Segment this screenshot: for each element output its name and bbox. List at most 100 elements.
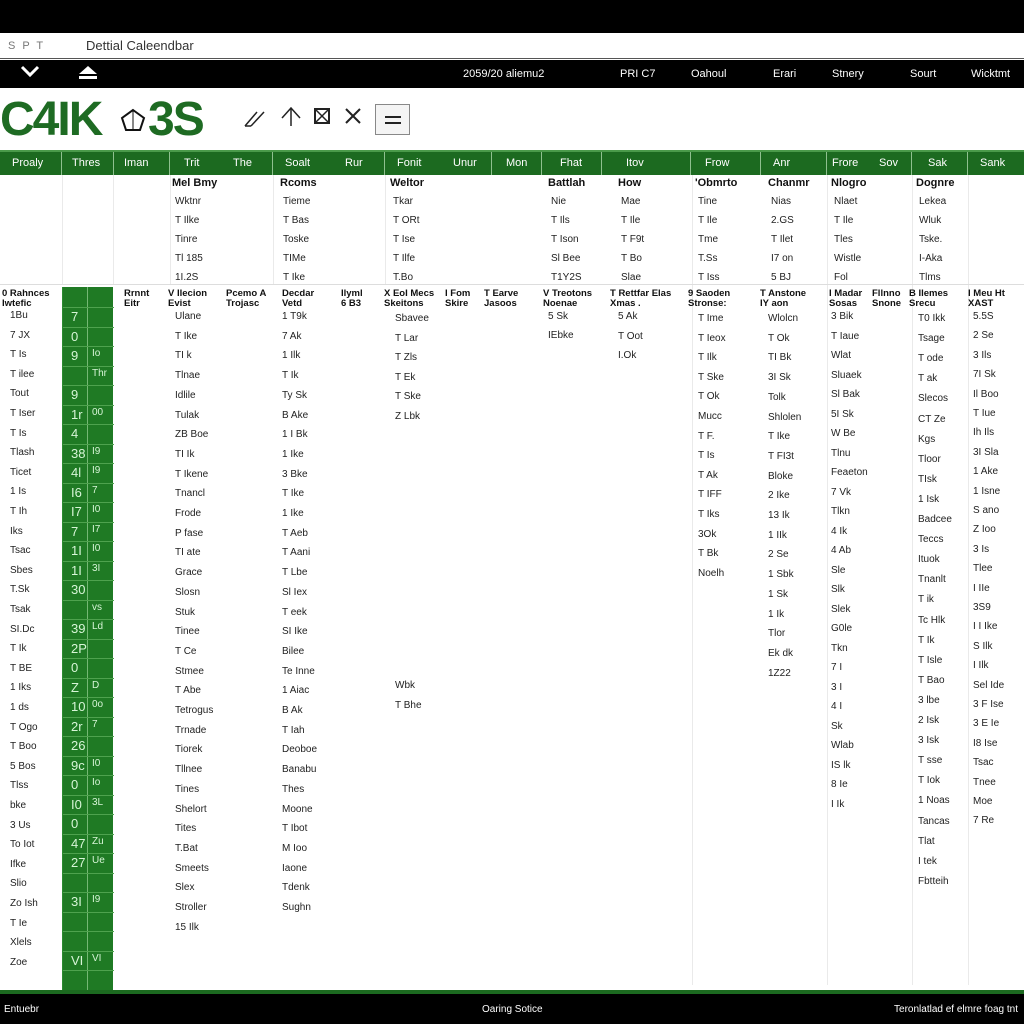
table-cell[interactable]: Tlkn bbox=[831, 506, 850, 517]
table-cell[interactable]: Sughn bbox=[282, 902, 311, 913]
table-cell[interactable]: T.Sk bbox=[10, 584, 29, 595]
group-cell[interactable]: Fol bbox=[834, 272, 848, 283]
table-cell[interactable]: Ifke bbox=[10, 859, 26, 870]
group-cell[interactable]: Tl 185 bbox=[175, 253, 203, 264]
table-cell[interactable]: 1 Sbk bbox=[768, 569, 794, 580]
table-cell[interactable]: T Ske bbox=[395, 391, 421, 402]
table-cell[interactable]: IEbke bbox=[548, 330, 574, 341]
table-cell[interactable]: 13 Ik bbox=[768, 510, 790, 521]
col-header[interactable]: Itov bbox=[602, 152, 691, 175]
table-cell[interactable]: Sbavee bbox=[395, 313, 429, 324]
table-cell[interactable]: P fase bbox=[175, 528, 203, 539]
table-cell[interactable]: Tsac bbox=[973, 757, 994, 768]
table-cell[interactable]: TI Ik bbox=[175, 449, 194, 460]
group-cell[interactable]: Tles bbox=[834, 234, 853, 245]
table-cell[interactable]: Tnanlt bbox=[918, 574, 946, 585]
table-cell[interactable]: Tlor bbox=[768, 628, 785, 639]
table-cell[interactable]: T Ikene bbox=[175, 469, 208, 480]
table-cell[interactable]: Xlels bbox=[10, 937, 32, 948]
table-cell[interactable]: T.Bat bbox=[175, 843, 198, 854]
table-cell[interactable]: 7 Ak bbox=[282, 331, 301, 342]
green-cell[interactable]: 9 bbox=[71, 348, 78, 363]
sub-header[interactable]: Noenae bbox=[543, 298, 577, 309]
green-cell[interactable]: 4 bbox=[71, 426, 78, 441]
table-cell[interactable]: Fbtteih bbox=[918, 876, 949, 887]
group-cell[interactable]: I7 on bbox=[771, 253, 793, 264]
table-cell[interactable]: T Is bbox=[10, 349, 26, 360]
green-cell[interactable]: 7 bbox=[71, 524, 78, 539]
green-cell[interactable]: 10 bbox=[71, 699, 85, 714]
table-cell[interactable]: Il Boo bbox=[973, 389, 999, 400]
table-cell[interactable]: T0 Ikk bbox=[918, 313, 945, 324]
table-cell[interactable]: T Iok bbox=[918, 775, 940, 786]
table-cell[interactable]: T Ie bbox=[10, 918, 27, 929]
table-cell[interactable]: 7 Re bbox=[973, 815, 994, 826]
col-header[interactable]: Frow bbox=[691, 152, 761, 175]
table-cell[interactable]: T Aani bbox=[282, 547, 310, 558]
table-cell[interactable]: 1 I Bk bbox=[282, 429, 308, 440]
group-cell[interactable]: Tme bbox=[698, 234, 718, 245]
green-cell[interactable]: 0 bbox=[71, 816, 78, 831]
col-header[interactable]: Sank bbox=[968, 152, 1024, 175]
table-cell[interactable]: 3 I bbox=[831, 682, 842, 693]
table-cell[interactable]: 1Z22 bbox=[768, 668, 791, 679]
table-cell[interactable]: T sse bbox=[918, 755, 942, 766]
table-cell[interactable]: Tdenk bbox=[282, 882, 310, 893]
table-cell[interactable]: 8 Ie bbox=[831, 779, 848, 790]
table-cell[interactable]: G0le bbox=[831, 623, 852, 634]
table-cell[interactable]: T Bao bbox=[918, 675, 945, 686]
table-cell[interactable]: TI k bbox=[175, 350, 192, 361]
green-cell[interactable]: I9 bbox=[92, 465, 100, 476]
table-cell[interactable]: Thes bbox=[282, 784, 304, 795]
table-cell[interactable]: T eek bbox=[282, 607, 307, 618]
menu-date[interactable]: 2059/20 aliemu2 bbox=[463, 68, 544, 80]
green-cell[interactable]: I0 bbox=[71, 797, 82, 812]
table-cell[interactable]: T Ilk bbox=[698, 352, 717, 363]
table-cell[interactable]: Slio bbox=[10, 878, 27, 889]
group-cell[interactable]: T F9t bbox=[621, 234, 644, 245]
col-header[interactable]: Mon bbox=[492, 152, 542, 175]
table-cell[interactable]: T Ik bbox=[282, 370, 298, 381]
green-cell[interactable]: 7 bbox=[92, 719, 98, 730]
green-cell[interactable]: 3I bbox=[92, 563, 100, 574]
menu-item-4[interactable]: Stnery bbox=[832, 68, 864, 80]
table-cell[interactable]: Wbk bbox=[395, 680, 415, 691]
table-cell[interactable]: Banabu bbox=[282, 764, 316, 775]
table-cell[interactable]: Idlile bbox=[175, 390, 196, 401]
table-cell[interactable]: T FI3t bbox=[768, 451, 794, 462]
group-cell[interactable]: Wktnr bbox=[175, 196, 201, 207]
group-cell[interactable]: T Ilke bbox=[175, 215, 199, 226]
table-cell[interactable]: Kgs bbox=[918, 434, 935, 445]
sub-header[interactable]: Sosas bbox=[829, 298, 857, 309]
table-cell[interactable]: Bilee bbox=[282, 646, 304, 657]
table-cell[interactable]: Tulak bbox=[175, 410, 199, 421]
group-cell[interactable]: T Ile bbox=[621, 215, 640, 226]
table-cell[interactable]: T IFF bbox=[698, 489, 722, 500]
table-cell[interactable]: 1 Iks bbox=[10, 682, 31, 693]
table-cell[interactable]: Ty Sk bbox=[282, 390, 307, 401]
table-cell[interactable]: 1 ds bbox=[10, 702, 29, 713]
table-cell[interactable]: T Ime bbox=[698, 313, 723, 324]
sub-header[interactable]: 6 B3 bbox=[341, 298, 361, 309]
table-cell[interactable]: 1 Ake bbox=[973, 466, 998, 477]
green-cell[interactable]: 2P bbox=[71, 641, 87, 656]
green-cell[interactable]: 7 bbox=[71, 309, 78, 324]
col-header[interactable]: Anr bbox=[761, 152, 827, 175]
table-cell[interactable]: Badcee bbox=[918, 514, 952, 525]
table-cell[interactable]: Zoe bbox=[10, 957, 27, 968]
table-cell[interactable]: T Ibot bbox=[282, 823, 307, 834]
table-cell[interactable]: 2 Isk bbox=[918, 715, 939, 726]
group-cell[interactable]: Mae bbox=[621, 196, 640, 207]
table-cell[interactable]: I8 Ise bbox=[973, 738, 997, 749]
table-cell[interactable]: Tkn bbox=[831, 643, 848, 654]
green-cell[interactable]: 3I bbox=[71, 894, 82, 909]
table-cell[interactable]: T Ok bbox=[768, 333, 789, 344]
table-cell[interactable]: 7 I bbox=[831, 662, 842, 673]
table-cell[interactable]: bke bbox=[10, 800, 26, 811]
group-cell[interactable]: T Iss bbox=[698, 272, 719, 283]
green-cell[interactable]: D bbox=[92, 680, 99, 691]
group-cell[interactable]: T Ison bbox=[551, 234, 579, 245]
table-cell[interactable]: Te Inne bbox=[282, 666, 315, 677]
chevron-down-icon[interactable] bbox=[20, 65, 40, 84]
table-cell[interactable]: Noelh bbox=[698, 568, 724, 579]
